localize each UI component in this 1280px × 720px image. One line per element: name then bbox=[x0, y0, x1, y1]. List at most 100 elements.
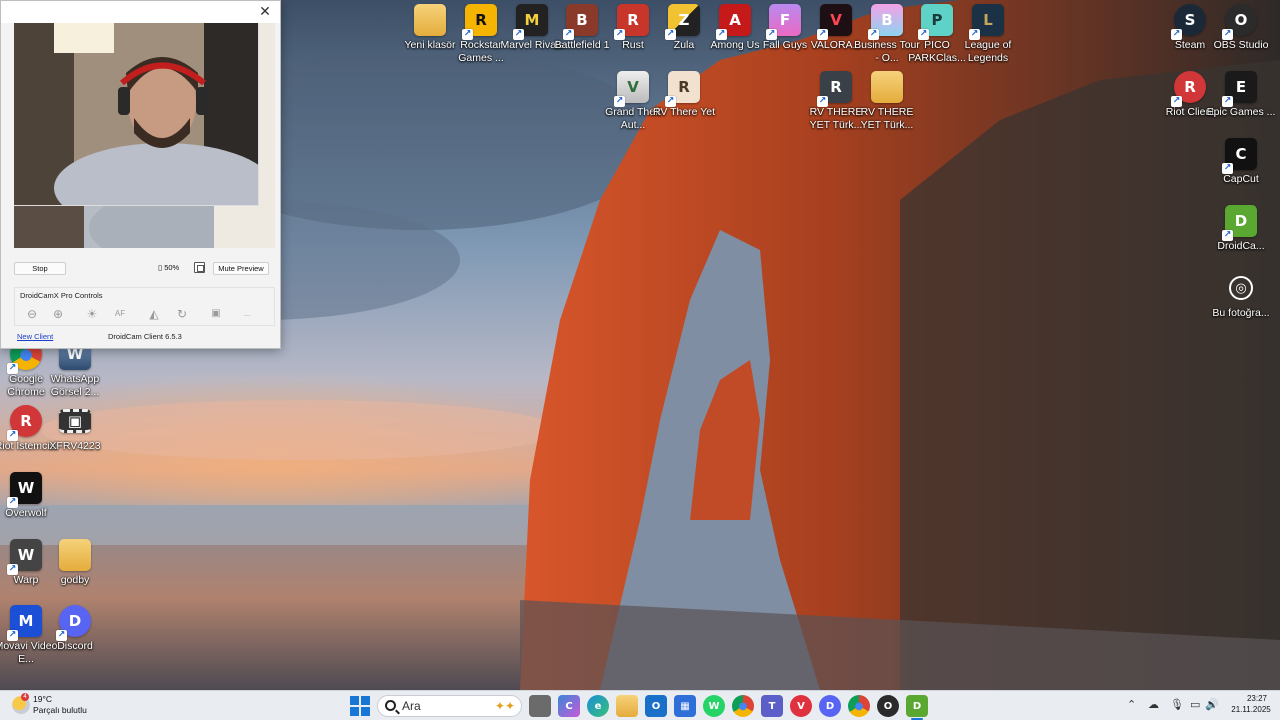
settings-icon[interactable]: ▣ bbox=[206, 305, 226, 323]
clock-date: 21.11.2025 bbox=[1231, 705, 1271, 714]
whatsapp-icon[interactable]: W bbox=[703, 695, 725, 717]
steam-icon: S bbox=[1171, 4, 1206, 40]
windows-logo-pane bbox=[350, 707, 359, 716]
discord-icon: D bbox=[56, 605, 91, 641]
microphone-icon[interactable]: 🎙 bbox=[1170, 698, 1184, 712]
search-icon bbox=[385, 700, 396, 711]
start-button[interactable] bbox=[350, 696, 370, 716]
desktop-icon-label: Discord bbox=[57, 640, 93, 652]
desktop-icon-label: CapCut bbox=[1223, 173, 1259, 185]
desktop-icon-label: OBS Studio bbox=[1213, 39, 1269, 51]
desktop-icon-obs[interactable]: OOBS Studio bbox=[1209, 4, 1273, 70]
webcam-overlay-image bbox=[14, 23, 258, 205]
discord-icon[interactable]: D bbox=[819, 695, 841, 717]
clock-time: 23:27 bbox=[1246, 694, 1268, 703]
desktop-icon-label: WhatsApp Görsel 2... bbox=[50, 373, 100, 398]
weather-description: Parçalı bulutlu bbox=[33, 705, 87, 715]
weather-temperature: 19°C bbox=[33, 694, 52, 704]
teams-icon[interactable]: T bbox=[761, 695, 783, 717]
rv-there-yet-tr-icon: R bbox=[817, 71, 852, 107]
folder-icon bbox=[59, 539, 91, 571]
desktop-icon-epic-games[interactable]: EEpic Games ... bbox=[1207, 71, 1275, 137]
desktop-icon-label: XFRV4223 bbox=[49, 440, 101, 452]
obs-icon[interactable]: O bbox=[877, 695, 899, 717]
rockstar-icon: R bbox=[462, 4, 497, 40]
desktop-icon-label: Epic Games ... bbox=[1206, 106, 1276, 118]
desktop-icon-label: RV There Yet bbox=[652, 106, 716, 118]
battlefield-icon: B bbox=[563, 4, 598, 40]
notification-badge: 4 bbox=[21, 693, 29, 701]
taskbar: 4 19°C Parçalı bulutlu Ara ✦✦ C e O ▦ W … bbox=[0, 690, 1280, 720]
desktop-icon-this-pc[interactable]: ◎ Bu fotoğra... bbox=[1209, 272, 1273, 338]
version-label: DroidCam Client 6.5.3 bbox=[108, 332, 182, 341]
desktop-icon-label: RV THERE YET Türk... bbox=[860, 106, 914, 131]
chrome-icon[interactable]: ● bbox=[732, 695, 754, 717]
fall-guys-icon: F bbox=[766, 4, 801, 40]
task-view-icon[interactable] bbox=[529, 695, 551, 717]
close-icon[interactable]: ✕ bbox=[256, 3, 274, 21]
valorant-tray-icon[interactable]: V bbox=[790, 695, 812, 717]
league-of-legends-icon: L bbox=[969, 4, 1004, 40]
copilot-icon[interactable]: C bbox=[558, 695, 580, 717]
folder-icon bbox=[871, 71, 903, 103]
marvel-rivals-icon: M bbox=[513, 4, 548, 40]
capcut-icon: C bbox=[1222, 138, 1257, 174]
desktop-icon-label: Overwolf bbox=[5, 507, 47, 519]
edge-icon[interactable]: e bbox=[587, 695, 609, 717]
riot-client-icon: R bbox=[1171, 71, 1206, 107]
flip-icon[interactable]: ◭ bbox=[144, 305, 164, 323]
overwolf-icon: W bbox=[7, 472, 42, 508]
desktop-icon-rv-there-yet-tr-folder[interactable]: RV THERE YET Türk... bbox=[855, 71, 919, 137]
epic-games-icon: E bbox=[1222, 71, 1257, 107]
zula-icon: Z bbox=[665, 4, 700, 40]
video-file-icon: ▣ bbox=[59, 409, 91, 433]
this-pc-icon: ◎ bbox=[1229, 276, 1253, 300]
network-icon[interactable]: ▭ bbox=[1190, 698, 1200, 712]
copy-icon[interactable] bbox=[194, 262, 205, 273]
stop-button[interactable]: Stop bbox=[14, 262, 66, 275]
zoom-in-icon[interactable]: ⊕ bbox=[48, 305, 68, 323]
desktop-icon-overwolf[interactable]: WOverwolf bbox=[0, 472, 58, 538]
desktop-icon-droidcam[interactable]: DDroidCa... bbox=[1209, 205, 1273, 271]
webcam-overlay bbox=[14, 23, 259, 206]
pro-controls-panel: DroidCamX Pro Controls ⊖ ⊕ ☀ AF ◭ ↻ ▣ ..… bbox=[14, 287, 275, 326]
outlook-icon[interactable]: O bbox=[645, 695, 667, 717]
droidcam-icon[interactable]: D bbox=[906, 695, 928, 717]
desktop-icon-label: godby bbox=[60, 574, 90, 586]
brightness-icon[interactable]: ☀ bbox=[82, 305, 102, 323]
mute-preview-button[interactable]: Mute Preview bbox=[213, 262, 269, 275]
business-tour-icon: B bbox=[868, 4, 903, 40]
riot-client-icon: R bbox=[7, 405, 42, 441]
desktop-icon-label: League of Legends bbox=[964, 39, 1012, 64]
desktop-icon-label: Bu fotoğra... bbox=[1212, 307, 1270, 319]
show-hidden-icons-icon[interactable]: ⌃ bbox=[1127, 698, 1136, 712]
droidcam-titlebar[interactable]: ✕ bbox=[1, 1, 280, 23]
gta-icon: V bbox=[614, 71, 649, 107]
desktop-icon-godby-folder[interactable]: godby bbox=[43, 539, 107, 605]
new-client-link[interactable]: New Client bbox=[17, 332, 53, 341]
among-us-icon: A bbox=[716, 4, 751, 40]
valorant-icon: V bbox=[817, 4, 852, 40]
desktop-icon-rv-there-yet[interactable]: RRV There Yet bbox=[652, 71, 716, 137]
windows-logo-pane bbox=[361, 696, 370, 705]
rotate-icon[interactable]: ↻ bbox=[172, 305, 192, 323]
chrome-profile-icon[interactable]: ● bbox=[848, 695, 870, 717]
search-box[interactable]: Ara ✦✦ bbox=[377, 695, 522, 717]
pico-park-icon: P bbox=[918, 4, 953, 40]
onedrive-icon[interactable]: ☁ bbox=[1148, 698, 1159, 712]
windows-logo-pane bbox=[361, 707, 370, 716]
file-explorer-icon[interactable] bbox=[616, 695, 638, 717]
autofocus-button[interactable]: AF bbox=[110, 305, 130, 323]
volume-icon[interactable]: 🔊 bbox=[1205, 698, 1219, 712]
desktop-icon-discord[interactable]: DDiscord bbox=[43, 605, 107, 671]
warp-icon: W bbox=[7, 539, 42, 575]
store-icon[interactable]: ▦ bbox=[674, 695, 696, 717]
desktop-icon-video-file[interactable]: ▣ XFRV4223 bbox=[43, 405, 107, 471]
zoom-out-icon[interactable]: ⊖ bbox=[22, 305, 42, 323]
desktop-icon-league-of-legends[interactable]: LLeague of Legends bbox=[956, 4, 1020, 70]
windows-logo-icon bbox=[350, 696, 359, 705]
more-button[interactable]: ... bbox=[237, 305, 257, 323]
movavi-icon: M bbox=[7, 605, 42, 641]
desktop-icon-capcut[interactable]: CCapCut bbox=[1209, 138, 1273, 204]
battery-level-text: 50% bbox=[164, 263, 180, 272]
